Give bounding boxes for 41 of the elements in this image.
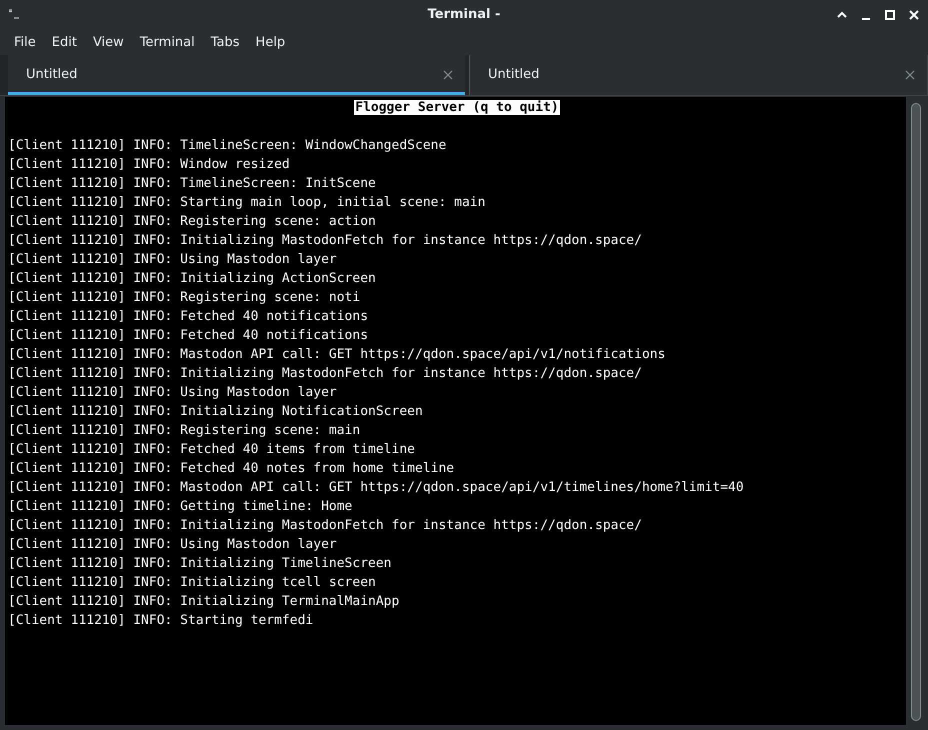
log-line: [Client 111210] INFO: Window resized bbox=[8, 156, 290, 174]
log-line: [Client 111210] INFO: Mastodon API call: GET https://qdon.space/api/v1/timelines/home?limit=40 bbox=[8, 479, 744, 497]
log-line: [Client 111210] INFO: Starting termfedi bbox=[8, 612, 314, 630]
log-line: [Client 111210] INFO: Using Mastodon layer bbox=[8, 384, 337, 402]
tab-label: Untitled bbox=[488, 66, 540, 84]
log-line: [Client 111210] INFO: TimelineScreen: WindowChangedScene bbox=[8, 137, 446, 155]
menu-item[interactable]: View bbox=[84, 32, 132, 52]
log-line: [Client 111210] INFO: Initializing NotificationScreen bbox=[8, 403, 423, 421]
menu-item[interactable]: Terminal bbox=[132, 32, 203, 52]
log-line: [Client 111210] INFO: Fetched 40 items from timeline bbox=[8, 441, 415, 459]
tab[interactable]: Untitled bbox=[470, 55, 928, 95]
log-line: [Client 111210] INFO: Initializing ActionScreen bbox=[8, 270, 376, 288]
log-line: [Client 111210] INFO: Initializing MastodonFetch for instance https://qdon.space/ bbox=[8, 517, 642, 535]
log-line: [Client 111210] INFO: Starting main loop, initial scene: main bbox=[8, 194, 486, 212]
log-line: [Client 111210] INFO: Registering scene: action bbox=[8, 213, 376, 231]
log-line: [Client 111210] INFO: Initializing TerminalMainApp bbox=[8, 593, 400, 611]
log-line: [Client 111210] INFO: Registering scene: main bbox=[8, 422, 360, 440]
log-line: [Client 111210] INFO: Initializing MastodonFetch for instance https://qdon.space/ bbox=[8, 232, 642, 250]
log-line: [Client 111210] INFO: Using Mastodon layer bbox=[8, 536, 337, 554]
log-line: [Client 111210] INFO: Fetched 40 notes from home timeline bbox=[8, 460, 454, 478]
menu-item[interactable]: Help bbox=[248, 32, 294, 52]
tab-label: Untitled bbox=[26, 66, 78, 84]
menu-item[interactable]: Tabs bbox=[202, 32, 248, 52]
scrollbar-thumb[interactable] bbox=[911, 103, 921, 721]
log-line: [Client 111210] INFO: Registering scene: noti bbox=[8, 289, 360, 307]
terminal-screen[interactable] bbox=[5, 97, 906, 725]
log-line: [Client 111210] INFO: Mastodon API call: GET https://qdon.space/api/v1/notifications bbox=[8, 346, 666, 364]
log-line: [Client 111210] INFO: Fetched 40 notifications bbox=[8, 327, 368, 345]
log-line: [Client 111210] INFO: Initializing MastodonFetch for instance https://qdon.space/ bbox=[8, 365, 642, 383]
tab[interactable]: Untitled bbox=[8, 55, 465, 95]
log-line: [Client 111210] INFO: Fetched 40 notifications bbox=[8, 308, 368, 326]
terminal-app-icon bbox=[8, 9, 20, 21]
window-title: Terminal - bbox=[428, 6, 500, 24]
log-line: [Client 111210] INFO: Using Mastodon layer bbox=[8, 251, 337, 269]
menu-item[interactable]: File bbox=[6, 32, 44, 52]
log-line: [Client 111210] INFO: Initializing tcell screen bbox=[8, 574, 376, 592]
server-header: Flogger Server (q to quit) bbox=[354, 100, 560, 115]
log-line: [Client 111210] INFO: Initializing TimelineScreen bbox=[8, 555, 392, 573]
menu-item[interactable]: Edit bbox=[44, 32, 85, 52]
log-line: [Client 111210] INFO: Getting timeline: Home bbox=[8, 498, 352, 516]
log-line: [Client 111210] INFO: TimelineScreen: InitScene bbox=[8, 175, 376, 193]
